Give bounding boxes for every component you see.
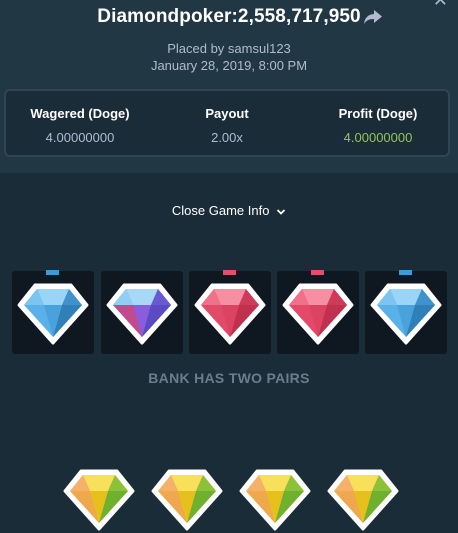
bank-card-4	[277, 271, 359, 354]
yellow-green-diamond-icon	[63, 465, 135, 533]
yellow-green-diamond-icon	[151, 465, 223, 533]
yellow-green-diamond-icon	[239, 465, 311, 533]
profit-value: 4.00000000	[343, 130, 413, 145]
bet-stats-panel: Wagered (Doge) 4.00000000 Payout 2.00x P…	[4, 89, 450, 157]
blue-diamond-icon	[370, 279, 442, 347]
yellow-green-diamond-icon	[327, 465, 399, 533]
game-title: Diamondpoker:2,558,717,950	[97, 6, 361, 27]
game-info-header: ✕ Diamondpoker:2,558,717,950 Placed by s…	[0, 0, 458, 173]
bank-card-5	[365, 271, 447, 354]
pair-marker-blue	[399, 270, 412, 275]
close-game-info-toggle[interactable]: Close Game Info	[0, 203, 458, 218]
profit-label: Profit (Doge)	[338, 106, 418, 121]
blue-diamond-icon	[17, 279, 89, 347]
wagered-value: 4.00000000	[45, 130, 115, 145]
red-diamond-icon	[282, 279, 354, 347]
wagered-stat: Wagered (Doge) 4.00000000	[10, 106, 150, 145]
purple-blue-diamond-icon	[106, 279, 178, 347]
chevron-down-icon	[276, 208, 286, 215]
bank-card-1	[12, 271, 94, 354]
bank-result-text: BANK HAS TWO PAIRS	[148, 370, 310, 386]
payout-value: 2.00x	[211, 130, 243, 145]
payout-label: Payout	[205, 106, 249, 121]
pair-marker-red	[223, 270, 236, 275]
pair-marker-red	[311, 270, 324, 275]
placed-by: Placed by samsul123	[167, 41, 291, 56]
red-diamond-icon	[194, 279, 266, 347]
bet-date: January 28, 2019, 8:00 PM	[150, 58, 308, 73]
close-game-info-label: Close Game Info	[171, 203, 270, 218]
wagered-label: Wagered (Doge)	[30, 106, 130, 121]
bank-card-3	[189, 271, 271, 354]
share-icon[interactable]	[363, 9, 383, 25]
profit-stat: Profit (Doge) 4.00000000	[308, 106, 448, 145]
payout-stat: Payout 2.00x	[157, 106, 297, 145]
pair-marker-blue	[46, 270, 59, 275]
bank-card-2	[101, 271, 183, 354]
title-row: Diamondpoker:2,558,717,950	[0, 6, 458, 28]
